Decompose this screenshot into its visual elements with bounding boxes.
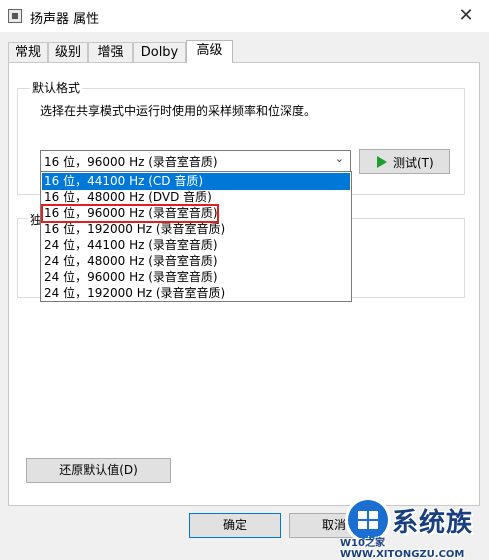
title-bar: 扬声器 属性 ✕: [0, 0, 489, 32]
tab-general[interactable]: 常规: [8, 42, 48, 62]
format-combobox[interactable]: 16 位，96000 Hz (录音室音质) ⌄: [40, 150, 351, 172]
format-option[interactable]: 16 位，44100 Hz (CD 音质): [42, 173, 350, 190]
watermark-url: W10之家 WWW.XITONGZU.COM: [340, 538, 465, 560]
restore-defaults-button[interactable]: 还原默认值(D): [26, 458, 171, 483]
tab-enhancements[interactable]: 增强: [88, 42, 133, 62]
tab-dolby[interactable]: Dolby: [133, 42, 186, 62]
format-option[interactable]: 16 位，48000 Hz (DVD 音质): [42, 189, 350, 206]
format-option-highlighted[interactable]: 16 位，96000 Hz (录音室音质): [41, 204, 219, 223]
site-watermark: 系统族 W10之家 WWW.XITONGZU.COM: [334, 494, 489, 560]
default-format-title: 默认格式: [30, 79, 83, 96]
speaker-properties-icon: [8, 9, 22, 23]
tab-levels[interactable]: 级别: [48, 42, 88, 62]
format-option[interactable]: 24 位，44100 Hz (录音室音质): [42, 237, 350, 254]
format-option[interactable]: 24 位，192000 Hz (录音室音质): [42, 285, 350, 302]
format-option[interactable]: 24 位，48000 Hz (录音室音质): [42, 253, 350, 270]
format-option[interactable]: 16 位，192000 Hz (录音室音质): [42, 221, 350, 238]
close-button[interactable]: ✕: [443, 0, 489, 32]
window-title: 扬声器 属性: [30, 12, 100, 27]
play-icon: [377, 156, 387, 168]
combobox-value: 16 位，96000 Hz (录音室音质): [44, 155, 218, 169]
format-option[interactable]: 24 位，96000 Hz (录音室音质): [42, 269, 350, 286]
tab-advanced[interactable]: 高级: [186, 40, 233, 63]
ok-button[interactable]: 确定: [189, 513, 281, 538]
test-button[interactable]: 测试(T): [359, 149, 450, 174]
format-dropdown-list: 16 位，44100 Hz (CD 音质) 16 位，48000 Hz (DVD…: [40, 171, 352, 302]
chevron-down-icon[interactable]: ⌄: [335, 152, 344, 165]
test-button-label: 测试(T): [393, 156, 434, 170]
default-format-description: 选择在共享模式中运行时使用的采样频率和位深度。: [40, 104, 317, 118]
